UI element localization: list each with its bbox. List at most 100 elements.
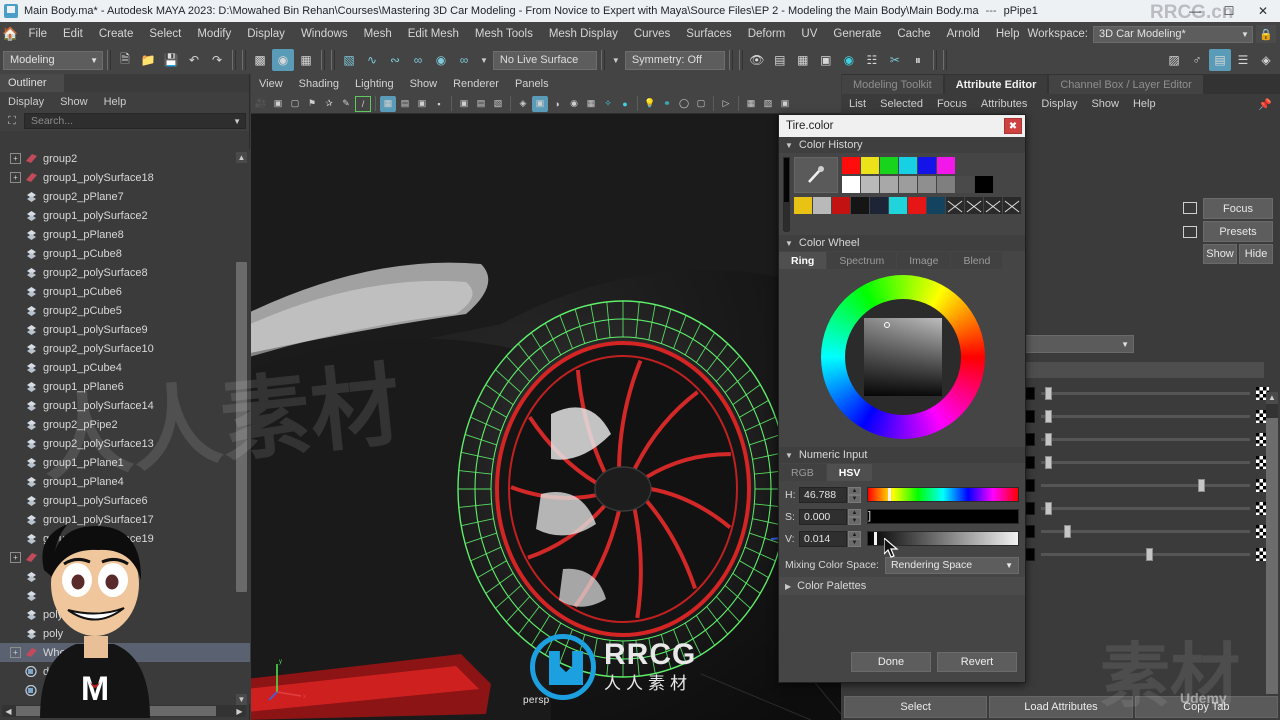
outliner-item[interactable]: group1_pPlane1: [0, 453, 250, 472]
attribute-slider-row[interactable]: [997, 547, 1269, 562]
scroll-left-arrow[interactable]: ◀: [2, 707, 15, 716]
ae-menu-help[interactable]: Help: [1126, 98, 1163, 110]
outliner-tab[interactable]: Outliner: [0, 74, 64, 92]
spinner-down-icon[interactable]: ▼: [848, 494, 861, 503]
outliner-item[interactable]: group1_polySurface2: [0, 206, 250, 225]
viewport-menu-panels[interactable]: Panels: [507, 78, 557, 90]
menu-item-windows[interactable]: Windows: [293, 22, 356, 46]
history-swatch-r3-0[interactable]: [794, 197, 812, 214]
history-swatch-r3-empty-2[interactable]: [984, 197, 1002, 214]
two-d-pan-zoom-icon[interactable]: ✰: [321, 96, 337, 112]
outliner-item[interactable]: group1_pCube8: [0, 244, 250, 263]
color-wheel-area[interactable]: [779, 269, 1025, 447]
current-color-preview[interactable]: [783, 157, 790, 232]
history-row-1[interactable]: [842, 157, 993, 174]
scroll-up-arrow[interactable]: ▲: [1266, 392, 1278, 404]
attribute-slider-track[interactable]: [1041, 479, 1250, 492]
attribute-editor-panel-icon[interactable]: ▤: [1209, 49, 1231, 71]
history-swatch-r2-7[interactable]: [975, 176, 993, 193]
attribute-slider-row[interactable]: [997, 524, 1269, 539]
undo-icon[interactable]: ↶: [183, 49, 205, 71]
slider-handle[interactable]: [874, 532, 877, 545]
viewport-renderer-icon[interactable]: ▣: [777, 96, 793, 112]
ae-menu-display[interactable]: Display: [1034, 98, 1084, 110]
history-swatch-r3-1[interactable]: [813, 197, 831, 214]
outliner-item[interactable]: de: [0, 681, 250, 700]
xray-joints-icon[interactable]: ▧: [490, 96, 506, 112]
outliner-item[interactable]: group1_polySurface19: [0, 529, 250, 548]
revert-button[interactable]: Revert: [937, 652, 1017, 672]
outliner-item[interactable]: + group2: [0, 149, 250, 168]
isolate-select-icon[interactable]: ▣: [456, 96, 472, 112]
hsv-gradient-slider[interactable]: ]: [867, 509, 1019, 524]
select-by-hierarchy-icon[interactable]: ▩: [249, 49, 271, 71]
viewport-select-icon[interactable]: ▷: [718, 96, 734, 112]
menu-item-modify[interactable]: Modify: [189, 22, 239, 46]
symmetry-field[interactable]: Symmetry: Off: [624, 50, 725, 70]
history-row-3[interactable]: [794, 197, 1021, 214]
history-swatch-r3-4[interactable]: [870, 197, 888, 214]
spinner-up-icon[interactable]: ▲: [848, 486, 861, 495]
outliner-item[interactable]: group1_pCube6: [0, 282, 250, 301]
search-input[interactable]: Search... ▼: [24, 113, 246, 129]
snap-to-grid-icon[interactable]: ▧: [338, 49, 360, 71]
ae-menu-list[interactable]: List: [842, 98, 873, 110]
outliner-item[interactable]: group2_polySurface10: [0, 339, 250, 358]
hsv-input[interactable]: 0.014: [799, 530, 847, 547]
slider-handle[interactable]: [1197, 479, 1205, 492]
snap-to-view-plane-icon[interactable]: ◉: [430, 49, 452, 71]
attribute-slider-row[interactable]: [997, 386, 1269, 401]
history-swatch-r3-empty-0[interactable]: [946, 197, 964, 214]
select-button[interactable]: Select: [844, 696, 988, 718]
history-swatch-r3-7[interactable]: [927, 197, 945, 214]
redo-icon[interactable]: ↷: [206, 49, 228, 71]
history-swatch-r1-2[interactable]: [880, 157, 898, 174]
spinner-up-icon[interactable]: ▲: [848, 530, 861, 539]
slider-handle[interactable]: [1063, 525, 1071, 538]
smooth-shade-all-icon[interactable]: ▣: [532, 95, 548, 112]
history-swatch-r2-6[interactable]: [956, 176, 974, 193]
menu-item-generate[interactable]: Generate: [825, 22, 889, 46]
outliner-item[interactable]: group1_pPlane6: [0, 377, 250, 396]
slider-handle[interactable]: [1045, 456, 1053, 469]
history-swatch-r1-1[interactable]: [861, 157, 879, 174]
expand-icon[interactable]: +: [10, 647, 21, 658]
save-scene-icon[interactable]: 💾: [160, 49, 182, 71]
attribute-slider-track[interactable]: [1041, 387, 1250, 400]
hsv-input[interactable]: 0.000: [799, 508, 847, 525]
viewport-menu-renderer[interactable]: Renderer: [445, 78, 507, 90]
ipr-render-icon[interactable]: ▤: [769, 49, 791, 71]
color-picker-title-bar[interactable]: Tire.color ✖: [779, 115, 1025, 137]
panel-tab-attribute-editor[interactable]: Attribute Editor: [944, 75, 1048, 94]
menu-item-uv[interactable]: UV: [793, 22, 825, 46]
outliner-item[interactable]: + group1_polySurface18: [0, 168, 250, 187]
ae-menu-attributes[interactable]: Attributes: [974, 98, 1034, 110]
attribute-slider-row[interactable]: [997, 455, 1269, 470]
mixing-color-space-dropdown[interactable]: Rendering Space ▼: [884, 556, 1019, 574]
close-icon[interactable]: ✖: [1004, 118, 1022, 134]
viewport-menu-show[interactable]: Show: [402, 78, 446, 90]
previous-tab-icon[interactable]: [1183, 202, 1197, 214]
scrollbar-thumb[interactable]: [1266, 418, 1278, 718]
menu-item-curves[interactable]: Curves: [626, 22, 678, 46]
texture-filter-icon[interactable]: ▦: [743, 96, 759, 112]
display-textures-icon[interactable]: ▧: [760, 96, 776, 112]
outliner-item[interactable]: group2_pCube5: [0, 301, 250, 320]
xray-icon[interactable]: ▤: [473, 96, 489, 112]
render-current-frame-icon[interactable]: 👁: [746, 49, 768, 71]
color-picker-dialog[interactable]: Tire.color ✖ ▼ Color History ▼ Color Whe…: [778, 114, 1026, 683]
spinner-up-icon[interactable]: ▲: [848, 508, 861, 517]
scrollbar-thumb[interactable]: [236, 262, 247, 592]
viewport-menu-lighting[interactable]: Lighting: [347, 78, 402, 90]
expand-icon[interactable]: +: [10, 552, 21, 563]
attribute-slider-track[interactable]: [1041, 525, 1250, 538]
menu-item-cache[interactable]: Cache: [889, 22, 938, 46]
slider-handle[interactable]: [887, 488, 891, 501]
attribute-slider-row[interactable]: [997, 409, 1269, 424]
menu-item-surfaces[interactable]: Surfaces: [678, 22, 739, 46]
mode-tab-hsv[interactable]: HSV: [826, 464, 873, 481]
menu-item-edit[interactable]: Edit: [55, 22, 91, 46]
shaded-wireframe-icon[interactable]: ◑: [549, 96, 565, 112]
history-swatch-r2-1[interactable]: [861, 176, 879, 193]
history-swatch-r1-3[interactable]: [899, 157, 917, 174]
